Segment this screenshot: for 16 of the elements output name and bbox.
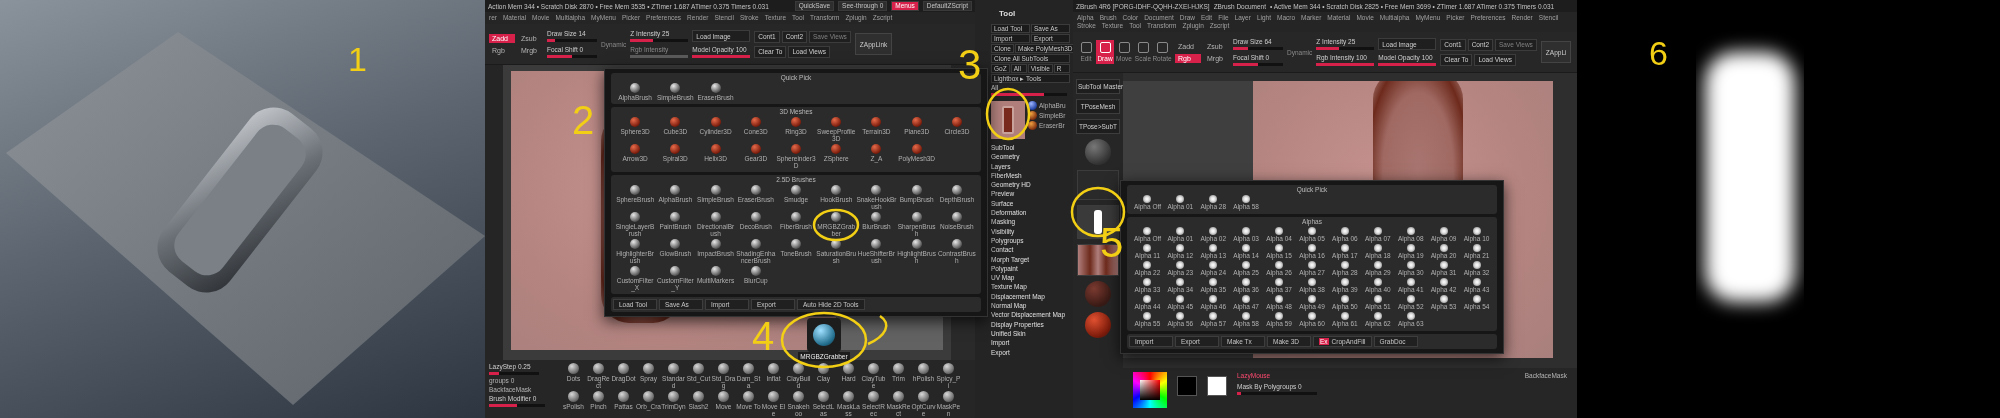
step-number: 6 (1649, 36, 1668, 70)
highlight-circle (985, 87, 1031, 141)
material-sphere-icon[interactable] (1085, 139, 1111, 165)
step-number: 2 (572, 100, 595, 140)
highlight-circle (812, 208, 860, 242)
step-number: 1 (348, 42, 367, 76)
color-swatch[interactable] (1207, 376, 1227, 396)
color-picker[interactable] (1133, 372, 1167, 408)
stroke-slot[interactable] (1077, 170, 1119, 200)
tool-thumbnail[interactable] (991, 101, 1025, 139)
color-swatch[interactable] (1177, 376, 1197, 396)
step-number: 3 (958, 44, 982, 86)
grabber-brush-icon[interactable] (807, 318, 841, 352)
material-sphere-icon[interactable] (1085, 312, 1111, 338)
step-number: 4 (752, 316, 775, 356)
palette-title: Tool (999, 9, 1016, 18)
